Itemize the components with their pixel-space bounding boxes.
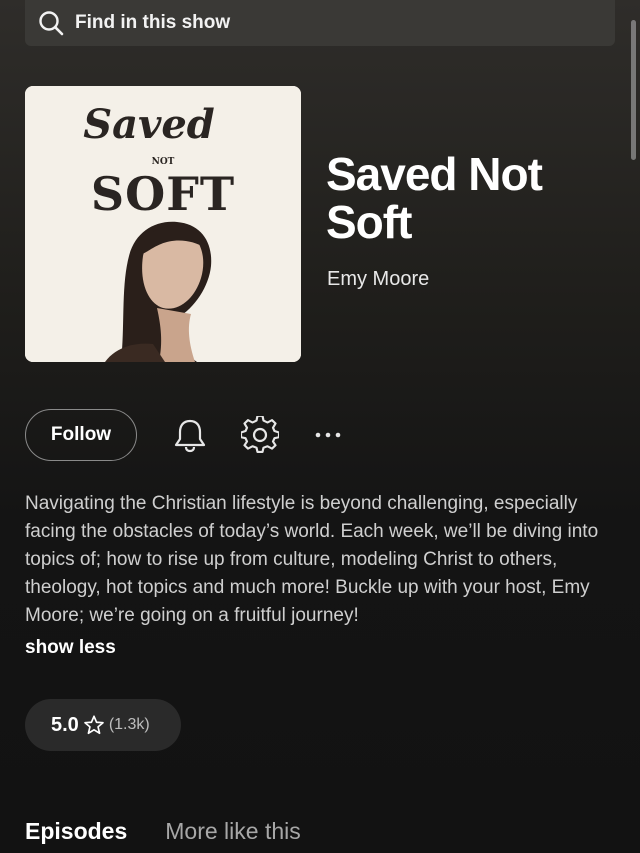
search-placeholder: Find in this show [75, 12, 231, 33]
bell-icon[interactable] [170, 415, 210, 455]
content-tabs: Episodes More like this [25, 818, 301, 845]
cover-title-small: NOT [152, 157, 175, 167]
cover-title-bold: SOFT [91, 167, 235, 221]
search-bar[interactable]: Find in this show [25, 0, 615, 46]
follow-button[interactable]: Follow [25, 409, 137, 461]
show-title: Saved Not Soft [326, 148, 543, 248]
cover-title-script: Saved [83, 101, 214, 148]
more-options-icon[interactable] [308, 415, 348, 455]
scrollbar[interactable] [631, 20, 636, 160]
rating-value: 5.0 [51, 713, 79, 736]
show-author[interactable]: Emy Moore [327, 268, 429, 291]
rating-badge[interactable]: 5.0 (1.3k) [25, 699, 181, 751]
star-icon [83, 714, 105, 736]
rating-count: (1.3k) [108, 716, 150, 733]
show-description: Navigating the Christian lifestyle is be… [25, 493, 599, 626]
gear-icon[interactable] [240, 415, 280, 455]
search-icon [37, 9, 65, 37]
show-less-link[interactable]: show less [25, 637, 116, 659]
tab-more-like-this[interactable]: More like this [165, 818, 300, 845]
podcast-cover-art: Saved NOT SOFT [25, 86, 301, 362]
tab-episodes[interactable]: Episodes [25, 818, 127, 845]
